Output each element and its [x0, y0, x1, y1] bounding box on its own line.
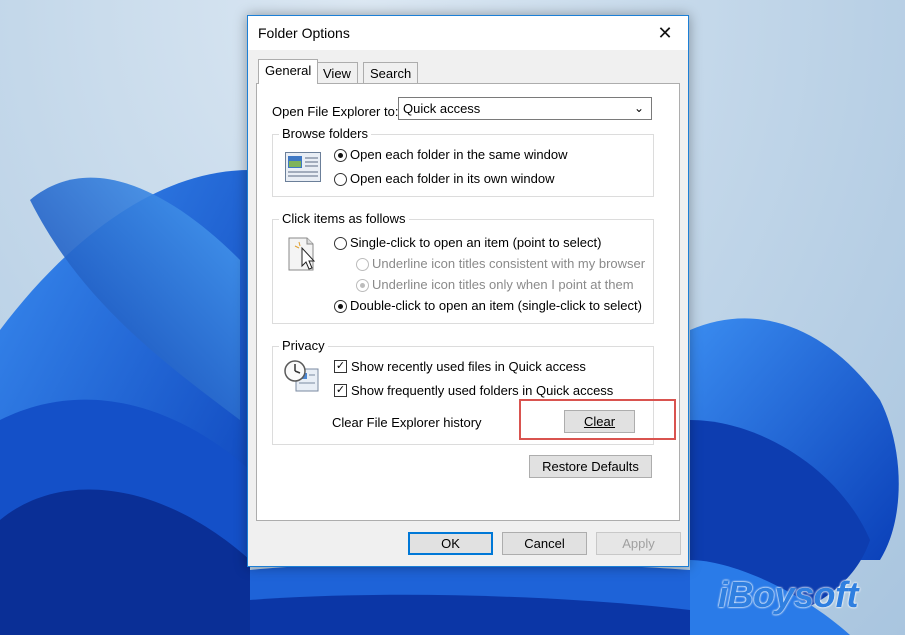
recent-files-label[interactable]: Show recently used files in Quick access: [351, 359, 586, 374]
clock-history-icon: [284, 360, 319, 392]
underline-browser-label[interactable]: Underline icon titles consistent with my…: [372, 256, 645, 271]
close-icon[interactable]: ✕: [642, 16, 688, 50]
apply-button-label: Apply: [622, 536, 655, 551]
open-explorer-dropdown[interactable]: Quick access ⌄: [398, 97, 652, 120]
same-window-radio[interactable]: [334, 149, 347, 162]
cancel-button[interactable]: Cancel: [502, 532, 587, 555]
tab-general[interactable]: General: [258, 59, 319, 84]
single-click-label[interactable]: Single-click to open an item (point to s…: [350, 235, 601, 250]
tab-view[interactable]: View: [316, 62, 358, 84]
clear-button-highlight: [519, 399, 676, 440]
same-window-label[interactable]: Open each folder in the same window: [350, 147, 568, 162]
folder-options-dialog: Folder Options ✕ General View Search Ope…: [247, 15, 689, 567]
open-explorer-value: Quick access: [403, 101, 481, 116]
ok-button[interactable]: OK: [408, 532, 493, 555]
window-icon: [285, 152, 321, 182]
underline-point-radio[interactable]: [356, 279, 369, 292]
clear-history-label: Clear File Explorer history: [332, 415, 482, 430]
frequent-folders-checkbox[interactable]: ✓: [334, 384, 347, 397]
restore-defaults-button[interactable]: Restore Defaults: [529, 455, 652, 478]
recent-files-checkbox[interactable]: ✓: [334, 360, 347, 373]
ok-button-label: OK: [441, 536, 460, 551]
title-bar: Folder Options ✕: [248, 16, 688, 50]
underline-browser-radio[interactable]: [356, 258, 369, 271]
single-click-radio[interactable]: [334, 237, 347, 250]
dialog-title: Folder Options: [258, 25, 350, 41]
own-window-radio[interactable]: [334, 173, 347, 186]
underline-point-label[interactable]: Underline icon titles only when I point …: [372, 277, 634, 292]
double-click-label[interactable]: Double-click to open an item (single-cli…: [350, 298, 642, 313]
browse-folders-group: Browse folders: [272, 126, 654, 197]
tab-search[interactable]: Search: [363, 62, 419, 84]
pointer-click-icon: [288, 237, 316, 271]
apply-button[interactable]: Apply: [596, 532, 681, 555]
cancel-button-label: Cancel: [524, 536, 565, 551]
chevron-down-icon: ⌄: [633, 101, 644, 115]
privacy-title: Privacy: [279, 338, 328, 353]
double-click-radio[interactable]: [334, 300, 347, 313]
click-items-title: Click items as follows: [279, 211, 409, 226]
own-window-label[interactable]: Open each folder in its own window: [350, 171, 555, 186]
frequent-folders-label[interactable]: Show frequently used folders in Quick ac…: [351, 383, 613, 398]
open-explorer-label: Open File Explorer to:: [272, 104, 399, 119]
restore-defaults-label: Restore Defaults: [542, 459, 639, 474]
iboysoft-watermark: iBoysoft: [718, 574, 859, 615]
browse-folders-title: Browse folders: [279, 126, 371, 141]
